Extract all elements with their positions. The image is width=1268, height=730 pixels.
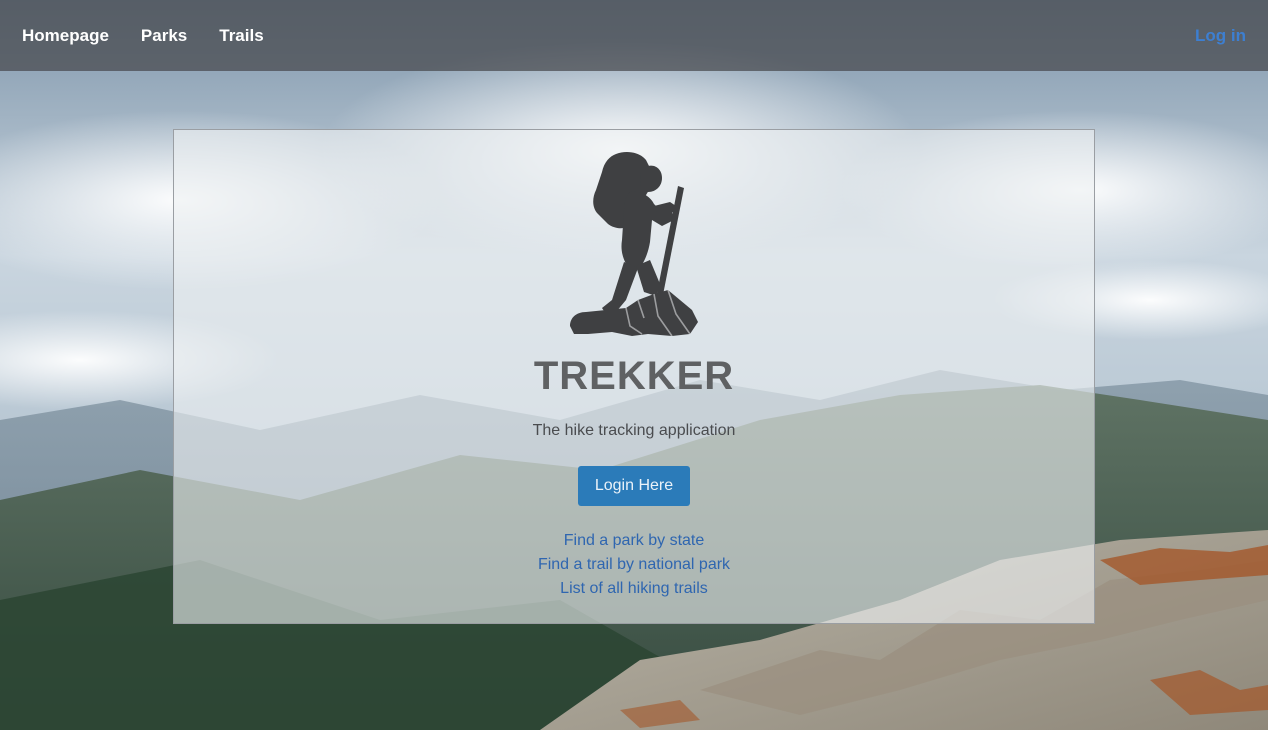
top-navbar: Homepage Parks Trails Log in	[0, 0, 1268, 71]
find-trail-by-park-link[interactable]: Find a trail by national park	[538, 556, 730, 574]
hero-card: TREKKER The hike tracking application Lo…	[173, 129, 1095, 624]
app-title: TREKKER	[533, 354, 735, 398]
nav-trails-link[interactable]: Trails	[219, 26, 263, 46]
app-subtitle: The hike tracking application	[532, 422, 736, 439]
nav-homepage-link[interactable]: Homepage	[22, 26, 109, 46]
quick-links: Find a park by state Find a trail by nat…	[538, 532, 730, 598]
list-all-trails-link[interactable]: List of all hiking trails	[560, 580, 708, 598]
nav-parks-link[interactable]: Parks	[141, 26, 187, 46]
nav-login-link[interactable]: Log in	[1195, 26, 1246, 46]
find-park-by-state-link[interactable]: Find a park by state	[564, 532, 705, 550]
hiker-icon	[570, 152, 698, 336]
nav-links: Homepage Parks Trails	[22, 26, 264, 46]
login-here-button[interactable]: Login Here	[577, 466, 691, 506]
